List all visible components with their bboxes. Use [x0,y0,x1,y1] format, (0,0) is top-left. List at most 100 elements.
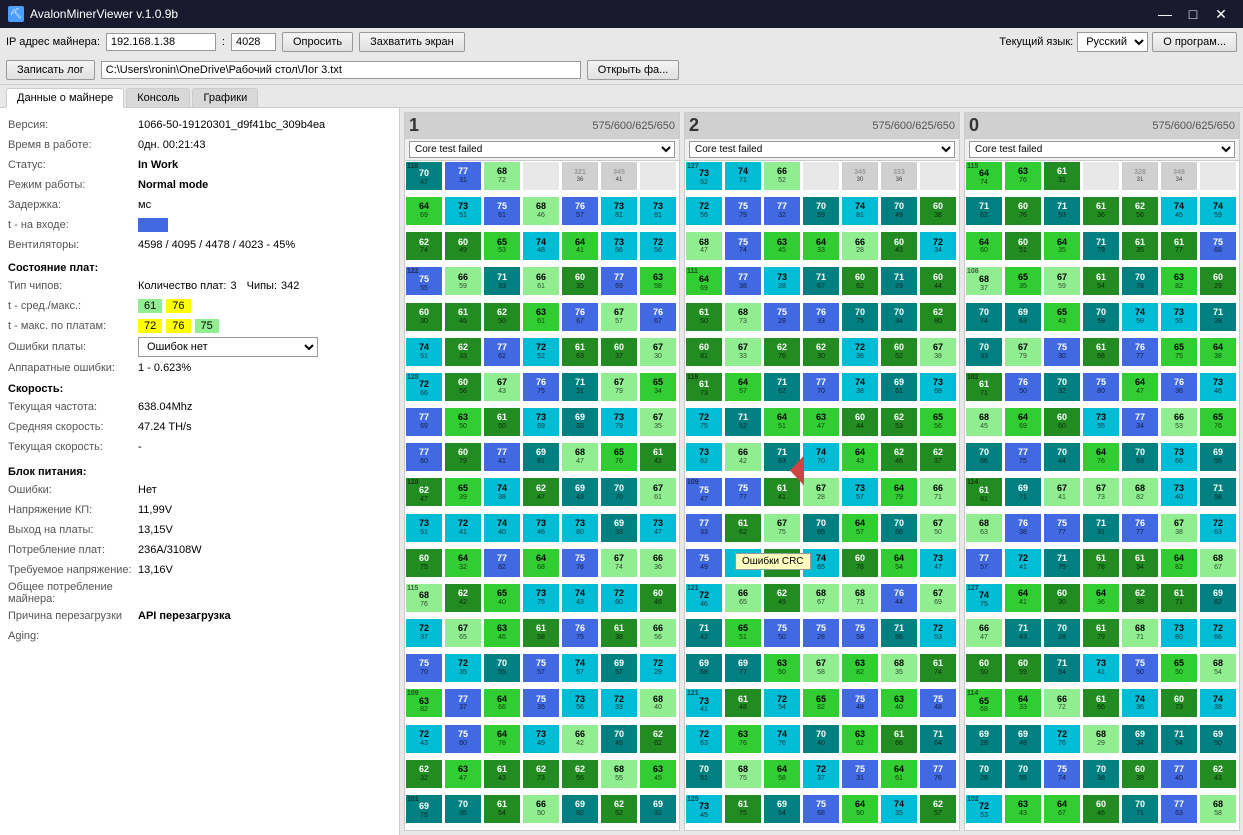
chip: 69 82 [562,795,598,823]
open-file-button[interactable]: Открыть фа... [587,60,680,80]
board-0-status-select[interactable]: Core test failed [969,141,1235,158]
chip: 60 56 [764,549,800,577]
chip: 60 37 [601,338,637,366]
chip: 60 46 [1083,795,1119,823]
board-2-num: 2 [689,115,699,136]
board-1: 1 575/600/625/650 Core test failed 118 7… [404,112,680,831]
port-input[interactable] [231,33,276,51]
cur-speed-value: - [138,441,142,453]
chip: 64 61 [881,760,917,788]
chip: 65 53 [484,232,520,260]
chip: 76 36 [1161,373,1197,401]
board-2-status-select[interactable]: Core test failed [689,141,955,158]
hw-errors-label: Аппаратные ошибки: [8,362,138,374]
chip: 69 50 [1200,725,1236,753]
chip: 74 40 [484,514,520,542]
cur-freq-value: 638.04Mhz [138,401,192,413]
input-temp-label: t - на входе: [8,219,138,231]
chip: 321 36 [562,162,598,190]
tab-console[interactable]: Консоль [126,88,190,107]
chip: 61 71 [1161,584,1197,612]
chip: 76 77 [1122,514,1158,542]
chip [640,162,676,190]
chip: 64 33 [803,232,839,260]
chip: 77 38 [725,267,761,295]
chip: 60 35 [562,267,598,295]
chip [803,162,839,190]
chip: 67 58 [803,654,839,682]
chip: 75 61 [484,197,520,225]
about-button[interactable]: О програм... [1152,32,1237,52]
chip: 62 30 [803,338,839,366]
delay-value: мс [138,199,151,211]
chip: 60 60 [1044,408,1080,436]
chip: 67 35 [640,408,676,436]
poll-button[interactable]: Опросить [282,32,353,52]
chip: 70 49 [881,197,917,225]
board-2-header: 2 575/600/625/650 [685,113,959,139]
chip: 67 30 [640,338,676,366]
chip: 64 58 [764,760,800,788]
chip: 61 46 [445,303,481,331]
chip: 62 80 [920,303,956,331]
mode-row: Режим работы: Normal mode [8,176,391,194]
temp-avg-label: t - сред./макс.: [8,300,138,312]
window-controls: — □ ✕ [1151,0,1235,28]
chip: 70 44 [1044,443,1080,471]
chip: 75 30 [1044,338,1080,366]
chip: 71 64 [920,725,956,753]
chip: 71 79 [1083,232,1119,260]
uptime-value: 0дн. 00:21:43 [138,139,206,151]
chip: 75 74 [725,232,761,260]
chip: 63 45 [764,232,800,260]
errors-dropdown[interactable]: Ошибок нет [138,337,318,357]
chip: 60 43 [881,232,917,260]
chip: 77 63 [1161,795,1197,823]
maximize-button[interactable]: □ [1179,0,1207,28]
chip: 121 72 46 [686,584,722,612]
chip: 73 55 [1083,408,1119,436]
chip: 66 42 [562,725,598,753]
ip-input[interactable] [106,33,216,51]
chip: 64 57 [725,373,761,401]
title-bar-left: ⛏ AvalonMinerViewer v.1.0.9b [8,6,178,22]
chip: 70 40 [803,725,839,753]
uptime-label: Время в работе: [8,139,138,151]
chip: 75 49 [686,549,722,577]
chip: 69 77 [725,654,761,682]
left-panel: Версия: 1066-50-19120301_d9f41bc_309b4ea… [0,108,400,835]
psu-voltage-row: Напряжение КП: 11,99V [8,501,391,519]
close-button[interactable]: ✕ [1207,0,1235,28]
capture-button[interactable]: Захватить экран [359,32,465,52]
chip: 72 37 [406,619,442,647]
log-button[interactable]: Записать лог [6,60,95,80]
minimize-button[interactable]: — [1151,0,1179,28]
chip: 71 53 [1044,197,1080,225]
fans-value: 4598 / 4095 / 4478 / 4023 - 45% [138,239,295,251]
left-arrow[interactable] [790,455,804,488]
chip: 64 35 [1044,232,1080,260]
board-1-status-select[interactable]: Core test failed [409,141,675,158]
chip: 64 41 [1005,584,1041,612]
chip: 74 48 [523,232,559,260]
lang-select[interactable]: Русский [1077,32,1148,52]
chip: 73 68 [920,373,956,401]
board-0-header: 0 575/600/625/650 [965,113,1239,139]
chip: 128 72 66 [406,373,442,401]
status-value: In Work [138,159,178,171]
chip: 66 59 [445,267,481,295]
chip: 63 50 [445,408,481,436]
chip: 111 64 69 [686,267,722,295]
psu-errors-value: Нет [138,484,157,496]
board-1-header: 1 575/600/625/650 [405,113,679,139]
cur-freq-label: Текущая частота: [8,401,138,413]
chip: 69 33 [562,408,598,436]
tab-miner-data[interactable]: Данные о майнере [6,88,124,108]
chip: 62 56 [1122,197,1158,225]
chip: 67 41 [1044,478,1080,506]
chip: 62 47 [523,478,559,506]
tab-graphs[interactable]: Графики [192,88,258,107]
chip: 67 38 [920,338,956,366]
chip: 75 60 [445,725,481,753]
log-path-input[interactable] [101,61,581,79]
